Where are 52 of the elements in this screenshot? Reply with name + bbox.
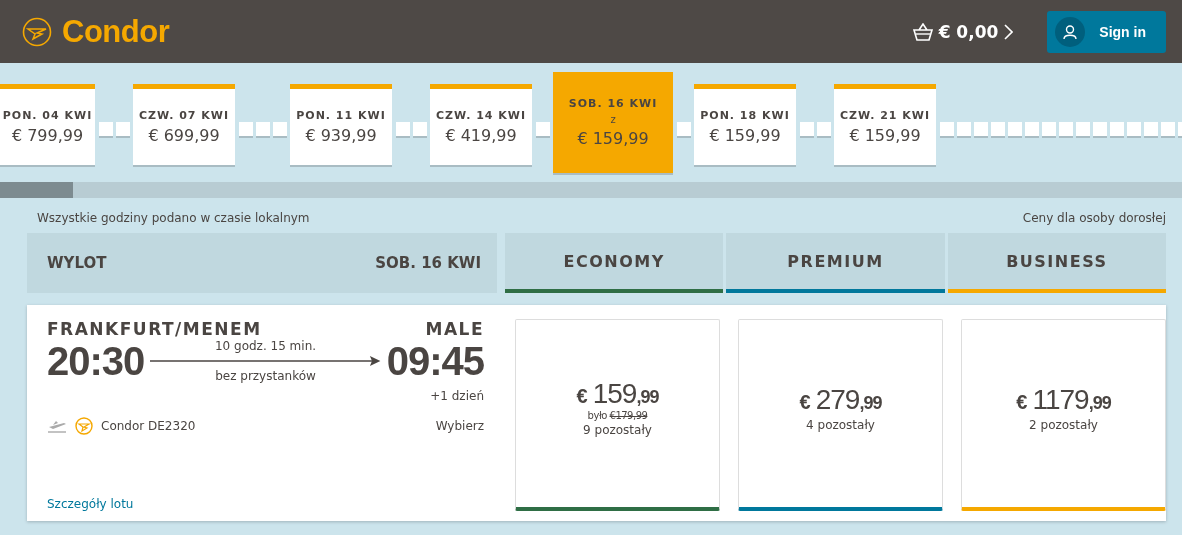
stops: bez przystanków	[215, 369, 316, 383]
cart-total[interactable]: € 0,00	[938, 21, 999, 42]
select-label: Wybierz	[435, 419, 484, 433]
date-card[interactable]: PON. 18 KWI € 159,99	[694, 84, 796, 165]
date-label: CZW. 07 KWI	[138, 109, 230, 122]
date-label: PON. 11 KWI	[296, 109, 386, 122]
date-price: € 159,99	[709, 126, 781, 145]
date-label: PON. 04 KWI	[2, 109, 93, 122]
seats-left: 9 pozostały	[583, 423, 652, 437]
day-offset: +1 dzień	[430, 389, 484, 403]
fare-option[interactable]: € 1179,99 2 pozostały	[961, 319, 1166, 511]
fare-option[interactable]: € 159,99 było €179,99 9 pozostały	[515, 319, 720, 511]
date-price: € 699,99	[148, 126, 220, 145]
fare-class-header: PREMIUM	[726, 233, 945, 293]
origin-city: FRANKFURT/MENEM	[47, 319, 262, 339]
fare-price: € 279,99	[799, 383, 882, 416]
from-label: z	[610, 114, 616, 125]
departure-date: SOB. 16 KWI	[375, 254, 481, 272]
date-card[interactable]: PON. 11 KWI € 939,99	[290, 84, 392, 165]
seats-left: 4 pozostały	[806, 417, 875, 432]
flight-number: Condor DE2320	[101, 419, 196, 433]
date-card[interactable]: CZW. 07 KWI € 699,99	[133, 84, 235, 165]
brand-name: Condor	[62, 13, 170, 50]
local-time-note: Wszystkie godziny podano w czasie lokalnym	[37, 211, 310, 226]
departure-label: WYLOT	[47, 254, 107, 272]
price-note: Ceny dla osoby dorosłej	[1022, 211, 1166, 226]
sign-in-button[interactable]: Sign in	[1047, 11, 1166, 53]
fare-class-header: BUSINESS	[947, 233, 1166, 293]
date-label: PON. 18 KWI	[700, 109, 790, 122]
date-price: € 419,99	[445, 126, 517, 145]
fare-class-header: ECONOMY	[505, 233, 724, 293]
date-card[interactable]: SOB. 16 KWI z € 159,99	[553, 72, 673, 173]
date-label: CZW. 21 KWI	[839, 109, 931, 122]
date-price: € 159,99	[577, 129, 649, 148]
flight-details-link[interactable]: Szczegóły lotu	[47, 497, 484, 511]
date-card[interactable]: CZW. 21 KWI € 159,99	[834, 84, 936, 165]
date-label: CZW. 14 KWI	[435, 109, 527, 122]
departure-time: 20:30	[47, 341, 145, 381]
old-price: było €179,99	[587, 410, 648, 421]
date-card[interactable]: CZW. 14 KWI € 419,99	[430, 84, 532, 165]
duration: 10 godz. 15 min.	[214, 339, 317, 353]
date-price: € 799,99	[11, 126, 84, 145]
date-card[interactable]: PON. 04 KWI € 799,99	[0, 84, 95, 165]
fare-price: € 159,99	[576, 378, 659, 410]
fare-option[interactable]: € 279,99 4 pozostały	[738, 319, 943, 511]
fare-price: € 1179,99	[1016, 383, 1111, 416]
date-label: SOB. 16 KWI	[568, 97, 658, 110]
arrival-time: 09:45	[386, 341, 484, 381]
date-price: € 939,99	[305, 126, 377, 145]
destination-city: MALE	[425, 319, 484, 339]
date-price: € 159,99	[849, 126, 921, 145]
seats-left: 2 pozostały	[1029, 417, 1098, 432]
